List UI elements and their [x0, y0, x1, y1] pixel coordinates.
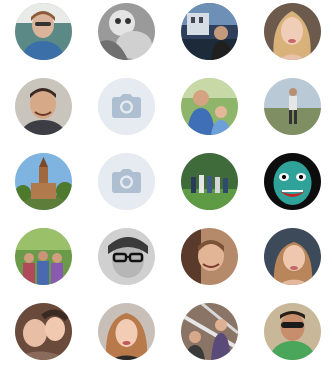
friend-avatar-1-3[interactable]: [181, 3, 238, 60]
person-photo-icon: [181, 78, 238, 135]
camera-icon: [98, 153, 155, 210]
group-photo-icon: [181, 153, 238, 210]
person-photo-icon: [98, 228, 155, 285]
person-photo-icon: [264, 228, 321, 285]
person-photo-icon: [264, 78, 321, 135]
person-photo-icon: [264, 3, 321, 60]
person-photo-icon: [15, 78, 72, 135]
person-photo-icon: [181, 303, 238, 360]
friend-avatar-1-4[interactable]: [264, 3, 321, 60]
friend-avatar-5-1[interactable]: [15, 303, 72, 360]
friend-avatar-4-3[interactable]: [181, 228, 238, 285]
friend-avatar-3-4[interactable]: [264, 153, 321, 210]
person-photo-icon: [181, 3, 238, 60]
person-photo-icon: [181, 228, 238, 285]
group-photo-icon: [15, 228, 72, 285]
person-photo-icon: [98, 303, 155, 360]
friend-avatar-2-3[interactable]: [181, 78, 238, 135]
friend-avatar-3-3[interactable]: [181, 153, 238, 210]
friends-avatar-grid: [0, 0, 332, 365]
friend-avatar-2-4[interactable]: [264, 78, 321, 135]
mask-photo-icon: [264, 153, 321, 210]
friend-avatar-4-4[interactable]: [264, 228, 321, 285]
person-photo-icon: [15, 3, 72, 60]
friend-avatar-5-3[interactable]: [181, 303, 238, 360]
person-photo-icon: [15, 303, 72, 360]
friend-avatar-1-1[interactable]: [15, 3, 72, 60]
friend-avatar-4-2[interactable]: [98, 228, 155, 285]
friend-avatar-3-1[interactable]: [15, 153, 72, 210]
friend-avatar-3-2[interactable]: [98, 153, 155, 210]
camera-icon: [98, 78, 155, 135]
friend-avatar-4-1[interactable]: [15, 228, 72, 285]
friend-avatar-5-2[interactable]: [98, 303, 155, 360]
friend-avatar-2-2[interactable]: [98, 78, 155, 135]
person-photo-icon: [264, 303, 321, 360]
friend-avatar-2-1[interactable]: [15, 78, 72, 135]
friend-avatar-1-2[interactable]: [98, 3, 155, 60]
friend-avatar-5-4[interactable]: [264, 303, 321, 360]
person-photo-icon: [98, 3, 155, 60]
church-photo-icon: [15, 153, 72, 210]
